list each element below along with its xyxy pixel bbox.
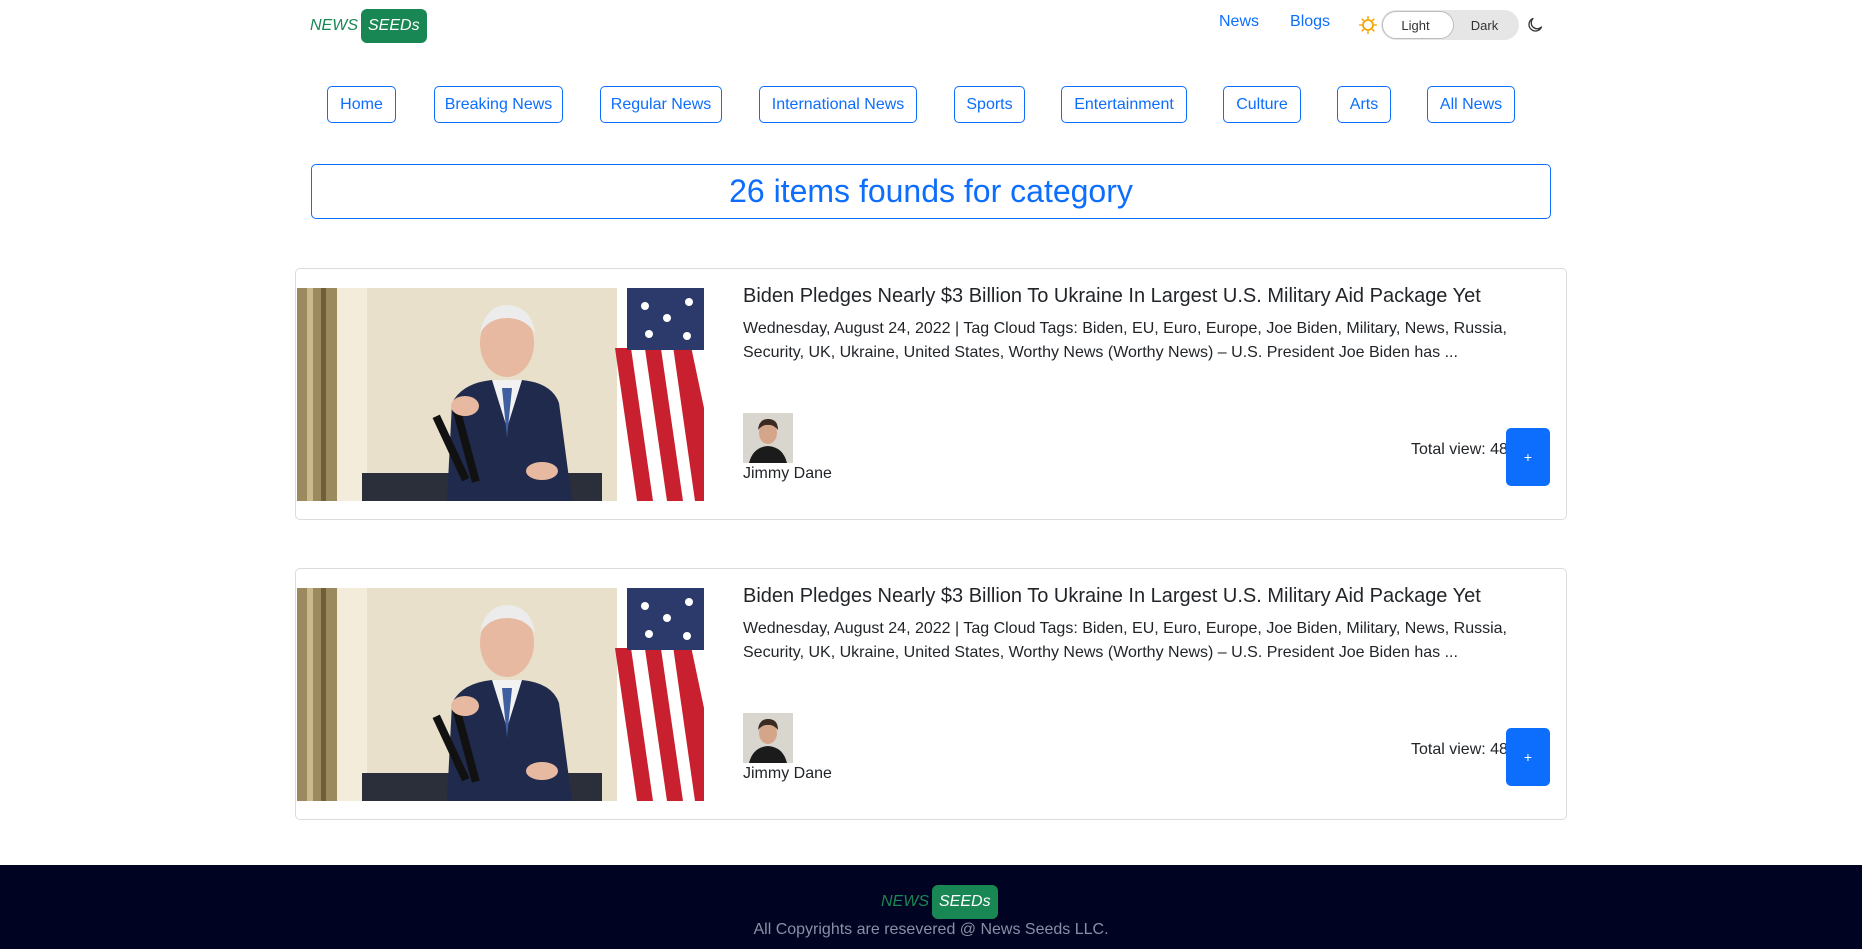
article-card: Biden Pledges Nearly $3 Billion To Ukrai… [295, 268, 1567, 520]
expand-article-button[interactable]: + [1506, 728, 1550, 786]
theme-dark-option[interactable]: Dark [1450, 18, 1519, 33]
site-footer: NEWS SEEDs All Copyrights are resevered … [0, 865, 1862, 949]
top-nav-links: News Blogs [1219, 13, 1330, 31]
article-card: Biden Pledges Nearly $3 Billion To Ukrai… [295, 568, 1567, 820]
article-title[interactable]: Biden Pledges Nearly $3 Billion To Ukrai… [743, 285, 1543, 308]
theme-toggle[interactable]: Light Dark [1359, 10, 1543, 40]
nav-all-news[interactable]: All News [1427, 86, 1515, 123]
total-views: Total view: 488 [1411, 441, 1517, 458]
moon-icon [1528, 17, 1543, 32]
blogs-link[interactable]: Blogs [1290, 13, 1330, 31]
author-avatar [743, 413, 793, 463]
sun-icon [1359, 16, 1377, 34]
logo-seeds-badge: SEEDs [361, 9, 427, 43]
article-image[interactable] [297, 588, 704, 801]
nav-breaking-news[interactable]: Breaking News [434, 86, 563, 123]
author-avatar [743, 713, 793, 763]
article-title[interactable]: Biden Pledges Nearly $3 Billion To Ukrai… [743, 585, 1543, 608]
footer-logo-news-text: NEWS [881, 893, 929, 910]
nav-sports[interactable]: Sports [954, 86, 1025, 123]
author-name: Jimmy Dane [743, 765, 832, 782]
logo-news-text: NEWS [310, 17, 358, 34]
nav-entertainment[interactable]: Entertainment [1061, 86, 1187, 123]
nav-regular-news[interactable]: Regular News [600, 86, 722, 123]
article-image[interactable] [297, 288, 704, 501]
news-link[interactable]: News [1219, 13, 1259, 31]
article-excerpt: Wednesday, August 24, 2022 | Tag Cloud T… [743, 320, 1507, 361]
theme-light-option[interactable]: Light [1381, 18, 1450, 33]
total-views: Total view: 488 [1411, 741, 1517, 758]
article-excerpt: Wednesday, August 24, 2022 | Tag Cloud T… [743, 620, 1507, 661]
nav-international-news[interactable]: International News [759, 86, 917, 123]
nav-home[interactable]: Home [327, 86, 396, 123]
expand-article-button[interactable]: + [1506, 428, 1550, 486]
author-name: Jimmy Dane [743, 465, 832, 482]
nav-culture[interactable]: Culture [1223, 86, 1301, 123]
results-banner: 26 items founds for category [311, 164, 1551, 219]
copyright-text: All Copyrights are resevered @ News Seed… [753, 921, 1109, 938]
theme-switch[interactable]: Light Dark [1381, 10, 1519, 40]
site-logo[interactable]: NEWS SEEDs [310, 9, 427, 43]
nav-arts[interactable]: Arts [1337, 86, 1391, 123]
footer-logo[interactable]: NEWS SEEDs [881, 885, 998, 919]
footer-logo-seeds-badge: SEEDs [932, 885, 998, 919]
